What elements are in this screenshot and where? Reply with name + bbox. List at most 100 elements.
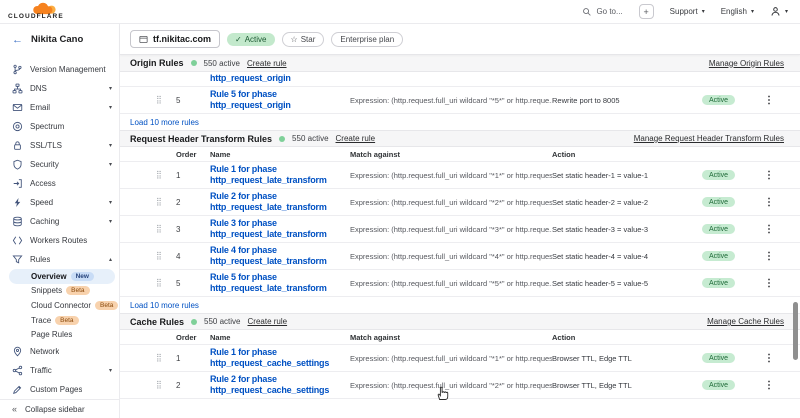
active-status-dot-icon <box>191 60 197 66</box>
chevron-down-icon: ▾ <box>109 367 112 374</box>
rule-name-link[interactable]: Rule 1 for phase http_request_late_trans… <box>210 164 350 186</box>
rule-name-link[interactable]: http_request_origin <box>210 73 350 84</box>
kebab-menu-button[interactable]: ⋮ <box>764 353 774 364</box>
sidebar-item-custom-pages[interactable]: Custom Pages <box>0 380 119 399</box>
rule-name-link[interactable]: Rule 4 for phase http_request_late_trans… <box>210 245 350 267</box>
kebab-menu-button[interactable]: ⋮ <box>764 278 774 289</box>
rule-name-link[interactable]: Rule 2 for phase http_request_late_trans… <box>210 191 350 213</box>
goto-search[interactable]: Go to... <box>582 7 622 17</box>
section-title: Request Header Transform Rules <box>130 134 272 144</box>
kebab-menu-button[interactable]: ⋮ <box>764 224 774 235</box>
sidebar-item-access[interactable]: Access <box>0 174 119 193</box>
sidebar-item-speed[interactable]: Speed ▾ <box>0 193 119 212</box>
status-badge: ✓ Active <box>227 33 275 46</box>
sidebar-item-email[interactable]: Email ▾ <box>0 98 119 117</box>
action-summary: Set static header-5 = value-5 <box>552 279 702 288</box>
sidebar-item-spectrum[interactable]: Spectrum <box>0 117 119 136</box>
sidebar-badge: Beta <box>66 286 89 295</box>
sidebar-item-security[interactable]: Security ▾ <box>0 155 119 174</box>
sidebar-item-caching[interactable]: Caching ▾ <box>0 212 119 231</box>
rule-name-link[interactable]: Rule 3 for phase http_request_late_trans… <box>210 218 350 240</box>
table-row-clipped: http_request_origin <box>120 72 800 87</box>
create-rule-link[interactable]: Create rule <box>248 317 288 326</box>
sidebar-badge: Beta <box>55 316 78 325</box>
sidebar-item-dns[interactable]: DNS ▾ <box>0 79 119 98</box>
sidebar-item-traffic[interactable]: Traffic ▾ <box>0 361 119 380</box>
domain-selector[interactable]: tf.nikitac.com <box>130 30 220 48</box>
rule-order: 1 <box>176 171 210 180</box>
kebab-menu-button[interactable]: ⋮ <box>764 197 774 208</box>
collapse-sidebar-button[interactable]: « Collapse sidebar <box>0 399 119 418</box>
section-title: Origin Rules <box>130 58 184 68</box>
drag-handle-icon[interactable]: ⣿ <box>156 279 176 287</box>
action-summary: Rewrite port to 8005 <box>552 96 702 105</box>
action-summary: Browser TTL, Edge TTL <box>552 381 702 390</box>
rule-order: 5 <box>176 96 210 105</box>
kebab-menu-button[interactable]: ⋮ <box>764 170 774 181</box>
language-menu[interactable]: English ▾ <box>721 7 754 16</box>
match-expression: Expression: (http.request.full_uri wildc… <box>350 279 552 288</box>
kebab-menu-button[interactable]: ⋮ <box>764 251 774 262</box>
match-expression: Expression: (http.request.full_uri wildc… <box>350 381 552 390</box>
table-row: ⣿ 5 Rule 5 for phase http_request_late_t… <box>120 270 800 297</box>
language-label: English <box>721 7 747 16</box>
create-rule-link[interactable]: Create rule <box>336 134 376 143</box>
support-label: Support <box>670 7 698 16</box>
goto-label: Go to... <box>596 7 622 16</box>
table-row: ⣿ 2 Rule 2 for phase http_request_cache_… <box>120 372 800 399</box>
rule-name-link[interactable]: Rule 5 for phase http_request_origin <box>210 89 350 111</box>
drag-handle-icon[interactable]: ⣿ <box>156 198 176 206</box>
rule-name-link[interactable]: Rule 1 for phase http_request_cache_sett… <box>210 347 350 369</box>
star-button[interactable]: ☆ Star <box>282 32 325 47</box>
sidebar-item-rules[interactable]: Rules ▴ <box>0 250 119 269</box>
cloudflare-wordmark: CLOUDFLARE <box>8 13 64 20</box>
bolt-icon <box>12 197 23 208</box>
action-summary: Set static header-2 = value-2 <box>552 198 702 207</box>
support-menu[interactable]: Support ▾ <box>670 7 705 16</box>
email-icon <box>12 102 23 113</box>
match-expression: Expression: (http.request.full_uri wildc… <box>350 225 552 234</box>
sidebar-item-trace[interactable]: Trace Beta <box>0 313 119 328</box>
section-origin-rules: Origin Rules 550 active Create rule Mana… <box>120 55 800 130</box>
load-more-link[interactable]: Load 10 more rules <box>120 297 800 313</box>
drag-handle-icon[interactable]: ⣿ <box>156 354 176 362</box>
sidebar-item-workers-routes[interactable]: Workers Routes <box>0 231 119 250</box>
filter-icon <box>12 254 23 265</box>
vertical-scrollbar[interactable] <box>793 302 798 360</box>
section-request-header-transform-rules: Request Header Transform Rules 550 activ… <box>120 130 800 313</box>
rule-name-link[interactable]: Rule 5 for phase http_request_late_trans… <box>210 272 350 294</box>
create-rule-link[interactable]: Create rule <box>247 59 287 68</box>
match-expression: Expression: (http.request.full_uri wildc… <box>350 252 552 261</box>
chevron-down-icon: ▾ <box>109 161 112 168</box>
sidebar-item-page-rules[interactable]: Page Rules <box>0 327 119 342</box>
section-header: Request Header Transform Rules 550 activ… <box>120 130 800 147</box>
load-more-link[interactable]: Load 10 more rules <box>120 114 800 130</box>
status-badge: Active <box>702 278 735 288</box>
drag-handle-icon[interactable]: ⣿ <box>156 252 176 260</box>
drag-handle-icon[interactable]: ⣿ <box>156 381 176 389</box>
sidebar-item-version-management[interactable]: Version Management <box>0 60 119 79</box>
sidebar-item-network[interactable]: Network <box>0 342 119 361</box>
manage-rules-link[interactable]: Manage Request Header Transform Rules <box>634 134 784 143</box>
sidebar-item-snippets[interactable]: Snippets Beta <box>0 284 119 299</box>
kebab-menu-button[interactable]: ⋮ <box>764 380 774 391</box>
add-site-button[interactable]: + <box>639 4 654 19</box>
manage-rules-link[interactable]: Manage Cache Rules <box>707 317 784 326</box>
drag-handle-icon[interactable]: ⣿ <box>156 171 176 179</box>
back-arrow-icon[interactable]: ← <box>12 34 23 46</box>
user-menu[interactable]: ▾ <box>770 6 788 17</box>
access-icon <box>12 178 23 189</box>
manage-rules-link[interactable]: Manage Origin Rules <box>709 59 784 68</box>
sidebar-item-ssl-tls[interactable]: SSL/TLS ▾ <box>0 136 119 155</box>
drag-handle-icon[interactable]: ⣿ <box>156 225 176 233</box>
spectrum-icon <box>12 121 23 132</box>
table-row: ⣿ 1 Rule 1 for phase http_request_late_t… <box>120 162 800 189</box>
sidebar-item-overview[interactable]: Overview New <box>9 269 115 284</box>
kebab-menu-button[interactable]: ⋮ <box>764 95 774 106</box>
sidebar-item-cloud-connector[interactable]: Cloud Connector Beta <box>0 298 119 313</box>
drag-handle-icon[interactable]: ⣿ <box>156 96 176 104</box>
cloudflare-logo[interactable]: CLOUDFLARE <box>0 0 110 24</box>
status-badge: Active <box>702 251 735 261</box>
rule-name-link[interactable]: Rule 2 for phase http_request_cache_sett… <box>210 374 350 396</box>
table-column-header: Order Name Match against Action <box>120 147 800 162</box>
